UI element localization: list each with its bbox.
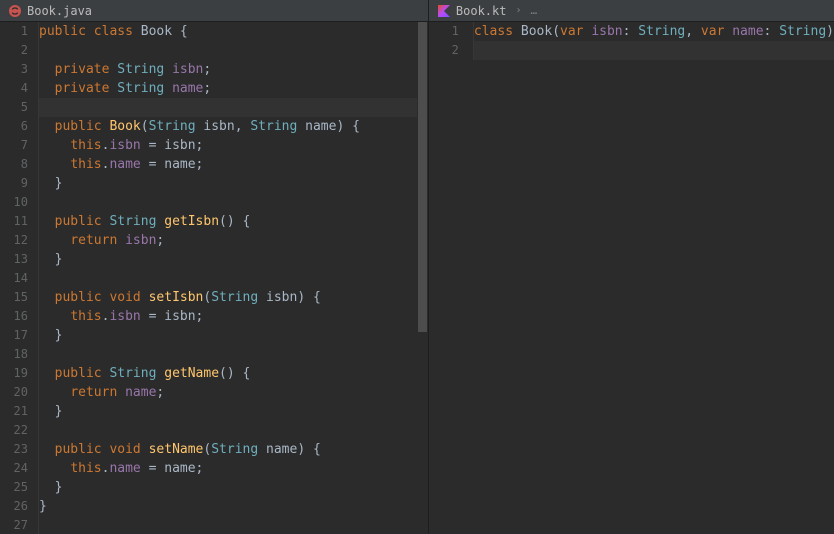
code-line[interactable] [38,345,428,364]
line-number[interactable]: 4 [6,79,28,98]
line-number[interactable]: 11 [6,212,28,231]
code-line[interactable] [38,41,428,60]
line-number[interactable]: 3 [6,60,28,79]
tab-kotlin-file[interactable]: Book.kt › … [437,4,537,18]
code-line[interactable]: this.isbn = isbn; [38,136,428,155]
line-number[interactable]: 13 [6,250,28,269]
code-line[interactable] [38,193,428,212]
line-number[interactable]: 17 [6,326,28,345]
code-line[interactable]: } [38,478,428,497]
line-number[interactable]: 8 [6,155,28,174]
scrollbar-track[interactable] [417,22,428,534]
code-line[interactable]: public String getName() { [38,364,428,383]
kotlin-file-icon [437,4,451,18]
line-number[interactable]: 16 [6,307,28,326]
code-line[interactable]: private String isbn; [38,60,428,79]
line-number[interactable]: 14 [6,269,28,288]
line-number[interactable]: 12 [6,231,28,250]
tab-filename: Book.kt [456,4,507,18]
code-line[interactable]: } [38,250,428,269]
code-line[interactable] [38,98,428,117]
line-number[interactable]: 10 [6,193,28,212]
code-line[interactable]: class Book(var isbn: String, var name: S… [473,22,834,41]
line-number[interactable]: 19 [6,364,28,383]
line-number[interactable]: 9 [6,174,28,193]
code-line[interactable]: private String name; [38,79,428,98]
line-number[interactable]: 15 [6,288,28,307]
code-line[interactable]: } [38,326,428,345]
code-line[interactable]: this.name = name; [38,459,428,478]
chevron-right-icon: › [515,5,521,16]
code-area-left[interactable]: public class Book { private String isbn;… [38,22,428,534]
code-line[interactable] [473,41,834,60]
code-line[interactable]: return isbn; [38,231,428,250]
gutter-left[interactable]: 1234567891011121314151617181920212223242… [0,22,38,534]
line-number[interactable]: 25 [6,478,28,497]
code-line[interactable]: } [38,497,428,516]
editor-right[interactable]: 12 class Book(var isbn: String, var name… [429,22,834,534]
code-area-right[interactable]: class Book(var isbn: String, var name: S… [473,22,834,534]
line-number[interactable]: 5 [6,98,28,117]
code-line[interactable]: } [38,174,428,193]
line-number[interactable]: 22 [6,421,28,440]
code-line[interactable]: public String getIsbn() { [38,212,428,231]
line-number[interactable]: 6 [6,117,28,136]
line-number[interactable]: 27 [6,516,28,534]
code-line[interactable]: this.name = name; [38,155,428,174]
code-line[interactable]: this.isbn = isbn; [38,307,428,326]
line-number[interactable]: 1 [6,22,28,41]
line-number[interactable]: 2 [6,41,28,60]
code-line[interactable] [38,516,428,534]
tab-bar-left: Book.java [0,0,428,22]
line-number[interactable]: 2 [435,41,459,60]
line-number[interactable]: 26 [6,497,28,516]
line-number[interactable]: 24 [6,459,28,478]
code-line[interactable]: } [38,402,428,421]
line-number[interactable]: 1 [435,22,459,41]
editor-pane-left: Book.java 123456789101112131415161718192… [0,0,429,534]
code-line[interactable]: public class Book { [38,22,428,41]
line-number[interactable]: 23 [6,440,28,459]
gutter-right[interactable]: 12 [429,22,473,534]
code-line[interactable]: public void setIsbn(String isbn) { [38,288,428,307]
tab-filename: Book.java [27,4,92,18]
line-number[interactable]: 21 [6,402,28,421]
scrollbar-thumb[interactable] [418,22,427,332]
editor-pane-right: Book.kt › … 12 class Book(var isbn: Stri… [429,0,834,534]
breadcrumb-more[interactable]: … [531,4,538,17]
code-line[interactable]: public void setName(String name) { [38,440,428,459]
line-number[interactable]: 18 [6,345,28,364]
tab-bar-right: Book.kt › … [429,0,834,22]
code-line[interactable]: public Book(String isbn, String name) { [38,117,428,136]
editor-left[interactable]: 1234567891011121314151617181920212223242… [0,22,428,534]
code-line[interactable] [38,421,428,440]
tab-java-file[interactable]: Book.java [8,4,92,18]
code-line[interactable]: return name; [38,383,428,402]
line-number[interactable]: 7 [6,136,28,155]
line-number[interactable]: 20 [6,383,28,402]
java-class-icon [8,4,22,18]
code-line[interactable] [38,269,428,288]
